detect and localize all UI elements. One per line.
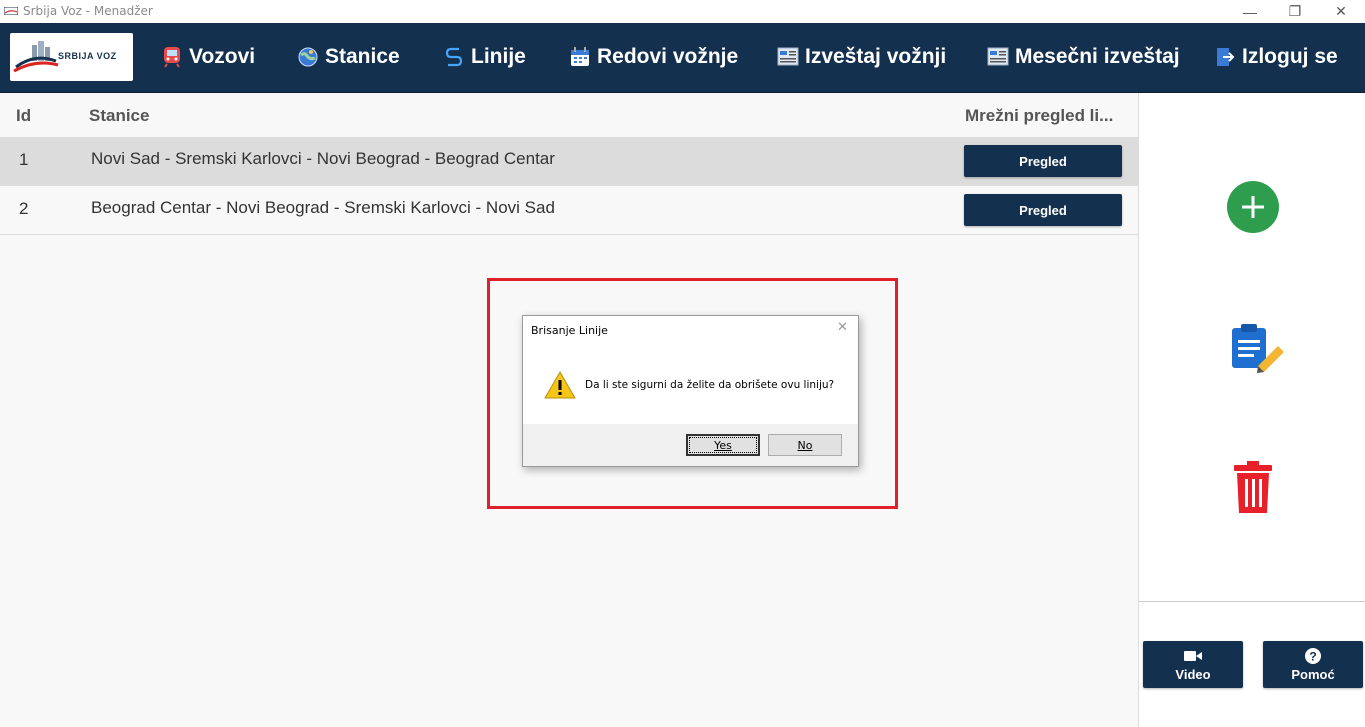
nav-stanice[interactable]: Stanice: [297, 23, 400, 91]
nav-label: Izloguj se: [1242, 45, 1338, 68]
nav-izvestaj-voznji[interactable]: Izveštaj vožnji: [777, 23, 946, 91]
row-id: 1: [19, 150, 29, 169]
pregled-button[interactable]: Pregled: [964, 194, 1122, 226]
logout-icon: [1214, 46, 1236, 68]
pomoc-button[interactable]: ? Pomoć: [1263, 641, 1363, 688]
edit-line-button[interactable]: [1230, 322, 1286, 374]
pomoc-label: Pomoć: [1291, 667, 1335, 682]
confirm-delete-dialog: Brisanje Linije ✕ Da li ste sigurni da ž…: [522, 315, 859, 467]
app-icon: [4, 7, 18, 15]
nav-redovi-voznje[interactable]: Redovi vožnje: [569, 23, 738, 91]
column-header-stanice[interactable]: Stanice: [89, 106, 149, 126]
restore-button[interactable]: ❐: [1272, 0, 1318, 23]
video-camera-icon: [1184, 647, 1202, 665]
window-title: Srbija Voz - Menadžer: [23, 4, 153, 18]
nav-label: Mesečni izveštaj: [1015, 45, 1180, 68]
svg-text:?: ?: [1309, 650, 1316, 664]
report-icon: [987, 46, 1009, 68]
logo-text: SRBIJA VOZ: [58, 51, 117, 61]
trash-icon: [1234, 461, 1272, 513]
nav-label: Redovi vožnje: [597, 45, 739, 68]
nav-label: Stanice: [325, 45, 400, 68]
table-header: Id Stanice Mrežni pregled li...: [0, 93, 1139, 137]
add-line-button[interactable]: [1227, 181, 1279, 233]
dialog-footer: Yes No: [523, 424, 858, 466]
main-navbar: SRBIJA VOZ Vozovi Stanice Linije Redovi …: [0, 23, 1365, 93]
video-button[interactable]: Video: [1143, 641, 1243, 688]
action-sidepanel: Video ? Pomoć: [1138, 93, 1365, 727]
delete-line-button[interactable]: [1232, 460, 1274, 514]
row-stanice: Novi Sad - Sremski Karlovci - Novi Beogr…: [91, 149, 555, 168]
nav-label: Izveštaj vožnji: [805, 45, 947, 68]
video-label: Video: [1175, 667, 1211, 682]
help-icon: ?: [1304, 647, 1322, 665]
linije-table: Id Stanice Mrežni pregled li... 1 Novi S…: [0, 93, 1139, 235]
row-stanice: Beograd Centar - Novi Beograd - Sremski …: [91, 198, 555, 217]
column-header-pregled[interactable]: Mrežni pregled li...: [965, 106, 1113, 126]
window-titlebar: Srbija Voz - Menadžer — ❐ ✕: [0, 0, 1365, 23]
minimize-button[interactable]: —: [1227, 0, 1273, 23]
sidepanel-divider: [1139, 601, 1365, 602]
dialog-close-icon[interactable]: ✕: [837, 320, 848, 335]
table-row[interactable]: 1 Novi Sad - Sremski Karlovci - Novi Beo…: [0, 137, 1139, 186]
yes-button[interactable]: Yes: [686, 434, 760, 456]
plus-icon: [1242, 196, 1264, 218]
no-button[interactable]: No: [768, 434, 842, 456]
warning-icon: [544, 370, 576, 399]
close-window-button[interactable]: ✕: [1318, 0, 1364, 23]
report-icon: [777, 46, 799, 68]
nav-label: Vozovi: [189, 45, 256, 68]
train-icon: [161, 46, 183, 68]
dialog-title: Brisanje Linije: [531, 324, 608, 337]
table-row[interactable]: 2 Beograd Centar - Novi Beograd - Sremsk…: [0, 186, 1139, 235]
nav-label: Linije: [471, 45, 526, 68]
globe-icon: [297, 46, 319, 68]
route-icon: [443, 46, 465, 68]
srbija-voz-logo: SRBIJA VOZ: [10, 33, 133, 81]
calendar-icon: [569, 46, 591, 68]
edit-clipboard-icon: [1232, 324, 1284, 373]
row-id: 2: [19, 199, 29, 218]
nav-vozovi[interactable]: Vozovi: [161, 23, 255, 91]
pregled-button[interactable]: Pregled: [964, 145, 1122, 177]
nav-izloguj-se[interactable]: Izloguj se: [1214, 23, 1338, 91]
column-header-id[interactable]: Id: [16, 106, 31, 126]
nav-mesecni-izvestaj[interactable]: Mesečni izveštaj: [987, 23, 1180, 91]
dialog-message: Da li ste sigurni da želite da obrišete …: [585, 379, 835, 391]
nav-linije[interactable]: Linije: [443, 23, 526, 91]
